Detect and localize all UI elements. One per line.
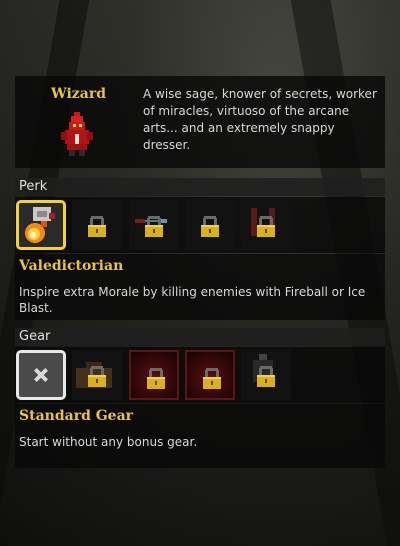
lock-icon [147,368,165,389]
perk-name: Valedictorian [19,258,124,274]
gear-slot-locked-4[interactable] [241,350,291,400]
class-name: Wizard [51,86,106,102]
wizard-sprite-icon [61,112,93,156]
class-panel: Wizard A wise sage, knower of secrets, w… [15,76,385,168]
gear-description: Start without any bonus gear. [19,435,198,449]
gear-section-header: Gear [15,328,385,346]
gear-slot-locked-1[interactable] [72,350,122,400]
lock-icon [257,216,275,237]
perk-description: Inspire extra Morale by killing enemies … [19,285,366,315]
lock-icon [257,366,275,387]
gear-slot-locked-2[interactable] [129,350,179,400]
perk-slot-locked-3[interactable] [185,200,235,250]
perk-slot-locked-1[interactable] [72,200,122,250]
lock-icon [88,366,106,387]
perk-section-header: Perk [15,178,385,196]
gear-slots [15,347,385,403]
gear-info-panel: Standard Gear Start without any bonus ge… [15,404,385,468]
fireball-icon [25,207,55,243]
lock-icon [201,216,219,237]
x-icon [33,367,49,383]
lock-icon [88,216,106,237]
gear-name: Standard Gear [19,408,134,424]
gear-slot-standard[interactable] [16,350,66,400]
perk-slots [15,197,385,253]
perk-slot-valedictorian[interactable] [16,200,66,250]
gear-slot-locked-3[interactable] [185,350,235,400]
perk-slot-locked-2[interactable] [129,200,179,250]
perk-info-panel: Valedictorian Inspire extra Morale by ki… [15,254,385,320]
gear-section-label: Gear [19,329,51,344]
lock-icon [203,368,221,389]
perk-section-label: Perk [19,179,48,194]
lock-icon [145,216,163,237]
class-description: A wise sage, knower of secrets, worker o… [143,87,377,152]
perk-slot-locked-4[interactable] [241,200,291,250]
